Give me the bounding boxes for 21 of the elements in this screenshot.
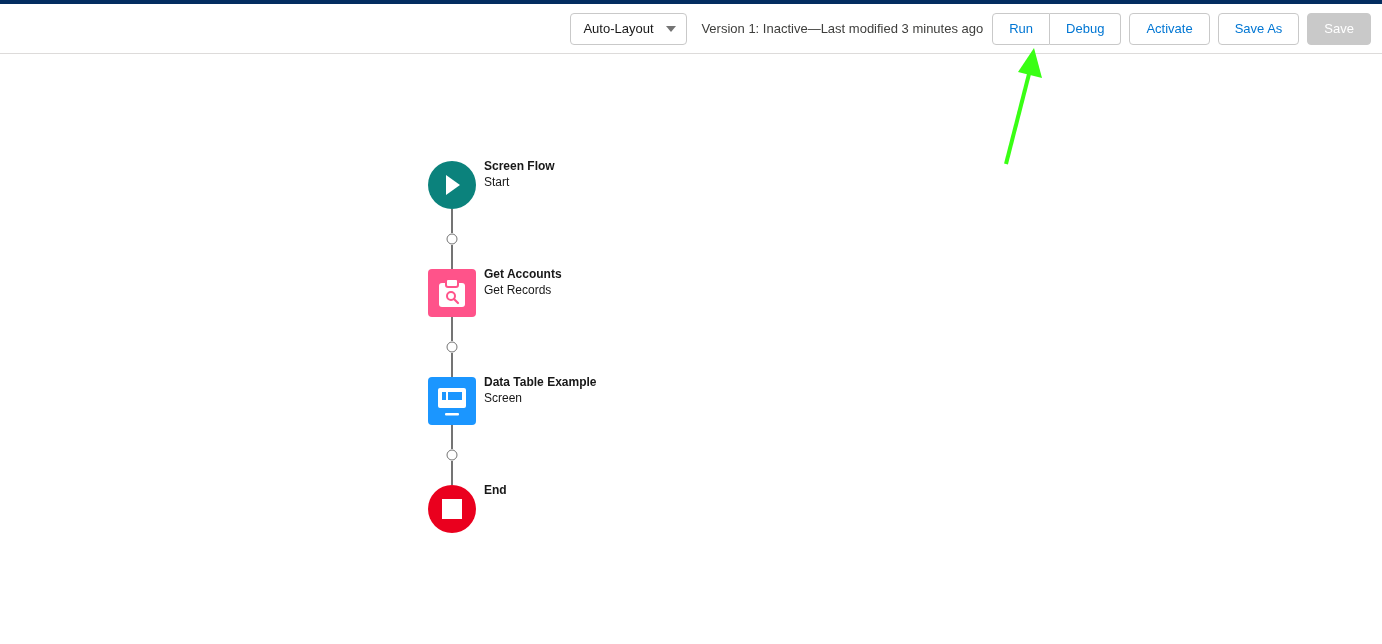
toolbar-button[interactable]: Activate xyxy=(1129,12,1210,45)
toolbar-button[interactable]: Debug xyxy=(1050,12,1122,45)
node-title: Screen Flow xyxy=(484,158,555,174)
connector-line xyxy=(446,317,458,377)
connector-line xyxy=(446,425,458,485)
layout-dropdown[interactable]: Auto-Layout xyxy=(570,12,688,45)
caret-icon xyxy=(666,25,677,32)
node-title: Data Table Example xyxy=(484,374,597,390)
monitor-icon[interactable] xyxy=(428,377,476,425)
clipboard-search-icon[interactable] xyxy=(428,269,476,317)
play-icon[interactable] xyxy=(428,161,476,209)
toolbar-button[interactable]: Save As xyxy=(1217,12,1300,45)
connector-line xyxy=(446,209,458,269)
node-type: Screen xyxy=(484,390,524,406)
stop-icon[interactable] xyxy=(428,485,476,533)
version-status: Version 1: Inactive—Last modified 3 minutes ago xyxy=(701,21,984,36)
node-type: Start xyxy=(484,174,511,190)
node-title: End xyxy=(484,482,507,498)
node-type: Get Records xyxy=(484,282,553,298)
toolbar-button[interactable]: Run xyxy=(992,12,1051,45)
node-title: Get Accounts xyxy=(484,266,562,282)
